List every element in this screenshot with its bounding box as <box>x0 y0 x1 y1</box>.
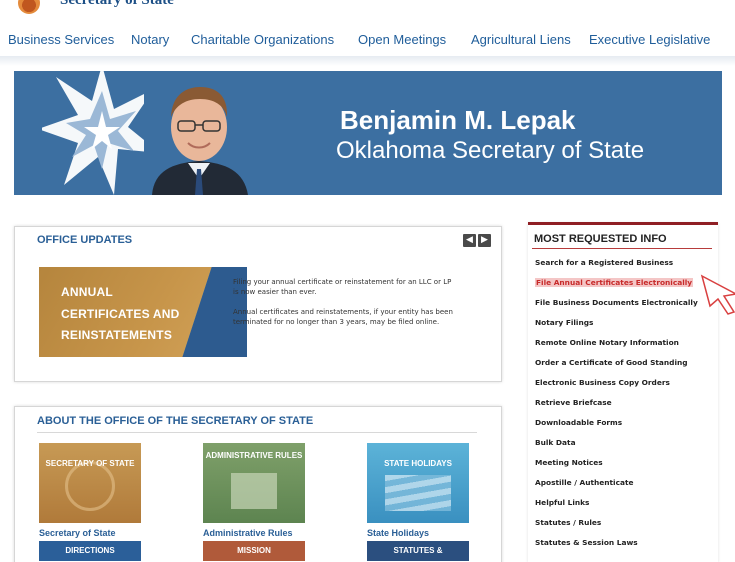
tile-label: DIRECTIONS <box>65 546 115 555</box>
tile-mission[interactable]: MISSION <box>203 541 305 561</box>
link-remote-online-notary[interactable]: Remote Online Notary Information <box>535 338 679 347</box>
tile-administrative-rules[interactable]: ADMINISTRATIVE RULES <box>203 443 305 523</box>
caption-state-holidays[interactable]: State Holidays <box>367 528 429 538</box>
link-statutes-session-laws[interactable]: Statutes & Session Laws <box>535 538 638 547</box>
rules-book-icon <box>231 473 277 509</box>
about-panel: ABOUT THE OFFICE OF THE SECRETARY OF STA… <box>14 406 502 562</box>
update-text-1: Filing your annual certificate or reinst… <box>233 278 452 296</box>
link-search-registered-business[interactable]: Search for a Registered Business <box>535 258 673 267</box>
about-heading: ABOUT THE OFFICE OF THE SECRETARY OF STA… <box>37 415 314 427</box>
banner-title: Oklahoma Secretary of State <box>336 137 645 164</box>
tile-label: SECRETARY OF STATE <box>45 459 135 468</box>
link-meeting-notices[interactable]: Meeting Notices <box>535 458 603 467</box>
tile-label: MISSION <box>237 546 271 555</box>
link-statutes-rules[interactable]: Statutes / Rules <box>535 518 601 527</box>
tile-secretary-of-state[interactable]: SECRETARY OF STATE <box>39 443 141 523</box>
nav-notary[interactable]: Notary <box>131 32 169 47</box>
state-seal-logo-icon[interactable] <box>18 0 40 14</box>
link-file-business-documents[interactable]: File Business Documents Electronically <box>535 298 698 307</box>
chevron-right-icon[interactable]: ▶ <box>478 234 491 247</box>
site-title[interactable]: Secretary of State <box>60 0 174 9</box>
nav-open-meetings[interactable]: Open Meetings <box>358 32 446 47</box>
nav-divider <box>0 56 735 66</box>
tile-statutes[interactable]: STATUTES & <box>367 541 469 561</box>
link-file-annual-certificates[interactable]: File Annual Certificates Electronically <box>535 278 694 287</box>
link-downloadable-forms[interactable]: Downloadable Forms <box>535 418 622 427</box>
update-text-2: Annual certificates and reinstatements, … <box>233 308 453 326</box>
most-requested-panel: MOST REQUESTED INFO Search for a Registe… <box>528 222 718 562</box>
secretary-portrait <box>144 79 254 195</box>
link-bulk-data[interactable]: Bulk Data <box>535 438 576 447</box>
card-line-1: ANNUAL <box>61 285 113 299</box>
most-requested-heading: MOST REQUESTED INFO <box>534 233 667 245</box>
chevron-left-icon[interactable]: ◀ <box>463 234 476 247</box>
annual-certificates-card[interactable]: ANNUAL CERTIFICATES AND REINSTATEMENTS <box>39 267 247 357</box>
nav-agricultural-liens[interactable]: Agricultural Liens <box>471 32 571 47</box>
card-line-2: CERTIFICATES AND <box>61 307 180 321</box>
flag-icon <box>385 475 451 511</box>
caption-administrative-rules[interactable]: Administrative Rules <box>203 528 293 538</box>
link-retrieve-briefcase[interactable]: Retrieve Briefcase <box>535 398 612 407</box>
link-electronic-copy-orders[interactable]: Electronic Business Copy Orders <box>535 378 670 387</box>
nav-business-services[interactable]: Business Services <box>8 32 114 47</box>
office-updates-panel: OFFICE UPDATES ◀ ▶ ANNUAL CERTIFICATES A… <box>14 226 502 382</box>
main-nav: Business Services Notary Charitable Orga… <box>0 28 735 50</box>
link-helpful-links[interactable]: Helpful Links <box>535 498 589 507</box>
tile-state-holidays[interactable]: STATE HOLIDAYS <box>367 443 469 523</box>
hero-banner: Benjamin M. Lepak Oklahoma Secretary of … <box>14 71 722 195</box>
tile-label: ADMINISTRATIVE RULES <box>205 451 303 460</box>
nav-charitable-organizations[interactable]: Charitable Organizations <box>191 32 334 47</box>
link-apostille-authenticate[interactable]: Apostille / Authenticate <box>535 478 634 487</box>
link-certificate-good-standing[interactable]: Order a Certificate of Good Standing <box>535 358 688 367</box>
tile-directions[interactable]: DIRECTIONS <box>39 541 141 561</box>
office-updates-heading: OFFICE UPDATES <box>37 234 133 246</box>
banner-name: Benjamin M. Lepak <box>340 105 576 135</box>
about-divider <box>37 432 477 433</box>
caption-secretary-of-state[interactable]: Secretary of State <box>39 528 116 538</box>
top-header: Secretary of State <box>0 0 735 16</box>
tile-label: STATUTES & <box>393 546 443 555</box>
tile-label: STATE HOLIDAYS <box>384 459 452 468</box>
pointer-arrow-icon <box>700 274 735 315</box>
nav-executive-legislative[interactable]: Executive Legislative <box>589 32 710 47</box>
card-line-3: REINSTATEMENTS <box>61 328 173 342</box>
most-requested-divider <box>532 248 712 249</box>
carousel-controls: ◀ ▶ <box>463 234 491 247</box>
link-notary-filings[interactable]: Notary Filings <box>535 318 593 327</box>
